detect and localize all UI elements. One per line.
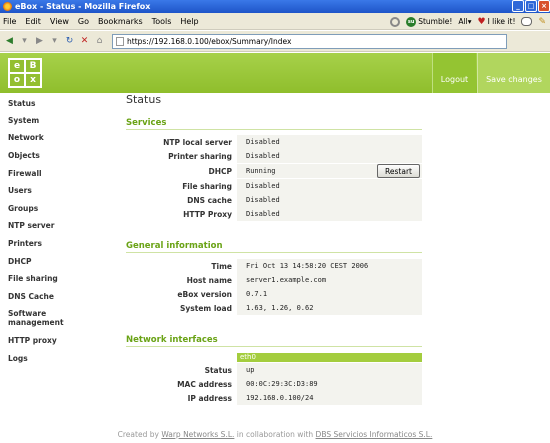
comment-icon[interactable] bbox=[521, 17, 533, 26]
interface-name: eth0 bbox=[237, 353, 422, 362]
service-value: Disabled bbox=[237, 193, 422, 207]
iface-value: 192.168.0.100/24 bbox=[237, 391, 422, 405]
sidebar-item-printers[interactable]: Printers bbox=[8, 239, 98, 248]
section-divider bbox=[126, 129, 422, 130]
forward-arrow-icon[interactable]: ▶ bbox=[33, 35, 46, 48]
sidebar-item-http-proxy[interactable]: HTTP proxy bbox=[8, 336, 98, 345]
service-value: Disabled bbox=[237, 149, 422, 163]
firefox-icon bbox=[3, 2, 12, 11]
iface-label: Status bbox=[204, 366, 232, 375]
sidebar-item-logs[interactable]: Logs bbox=[8, 354, 98, 363]
window-controls: _ □ × bbox=[511, 0, 550, 12]
navigation-toolbar: ◀ ▾ ▶ ▾ ↻ ✕ ⌂ https://192.168.0.100/ebox… bbox=[0, 31, 550, 52]
info-label: System load bbox=[179, 304, 232, 313]
section-divider bbox=[126, 252, 422, 253]
services-heading: Services bbox=[126, 118, 167, 128]
menu-tools[interactable]: Tools bbox=[152, 17, 172, 26]
logo-letter: x bbox=[26, 74, 40, 86]
menu-file[interactable]: File bbox=[3, 17, 16, 26]
menu-go[interactable]: Go bbox=[78, 17, 89, 26]
toolbar-addons: su Stumble! All▾ ♥ I like it! ✎ bbox=[390, 13, 550, 30]
iface-label: MAC address bbox=[177, 380, 232, 389]
logout-link[interactable]: Logout bbox=[432, 53, 476, 93]
sidebar-item-dhcp[interactable]: DHCP bbox=[8, 257, 98, 266]
stumbleupon-icon: su bbox=[406, 16, 417, 27]
sidebar-item-status[interactable]: Status bbox=[8, 99, 98, 108]
sidebar-item-groups[interactable]: Groups bbox=[8, 204, 98, 213]
sidebar-item-software-management[interactable]: Software management bbox=[8, 309, 98, 327]
stop-icon[interactable]: ✕ bbox=[78, 35, 91, 48]
service-value: Disabled bbox=[237, 179, 422, 193]
sidebar-item-file-sharing[interactable]: File sharing bbox=[8, 274, 98, 283]
info-label: Time bbox=[211, 262, 232, 271]
sidebar-item-ntp-server[interactable]: NTP server bbox=[8, 221, 98, 230]
close-button[interactable]: × bbox=[538, 0, 550, 12]
iface-label: IP address bbox=[187, 394, 232, 403]
sidebar-item-system[interactable]: System bbox=[8, 116, 98, 125]
ilike-button[interactable]: ♥ I like it! bbox=[478, 17, 516, 27]
menu-bar: File Edit View Go Bookmarks Tools Help s… bbox=[0, 13, 550, 30]
ebox-logo[interactable]: e B o x bbox=[8, 58, 42, 88]
menu-edit[interactable]: Edit bbox=[25, 17, 41, 26]
logo-letter: o bbox=[10, 74, 24, 86]
back-arrow-icon[interactable]: ◀ bbox=[3, 35, 16, 48]
general-info-heading: General information bbox=[126, 241, 223, 251]
info-value: 1.63, 1.26, 0.62 bbox=[237, 301, 422, 315]
iface-value: up bbox=[237, 363, 422, 377]
service-label: DNS cache bbox=[187, 196, 232, 205]
web-content: e B o x Logout Save changes Status Syste… bbox=[0, 53, 550, 443]
thumbs-up-icon: ♥ bbox=[477, 16, 486, 27]
restart-dhcp-button[interactable]: Restart bbox=[377, 164, 420, 178]
window-title: eBox - Status - Mozilla Firefox bbox=[15, 2, 151, 11]
settings-gear-icon[interactable] bbox=[390, 16, 401, 27]
page-title: Status bbox=[126, 93, 162, 106]
service-value: Disabled bbox=[237, 207, 422, 221]
footer-middle: in collaboration with bbox=[234, 430, 316, 439]
warp-networks-link[interactable]: Warp Networks S.L. bbox=[161, 430, 234, 439]
page-icon bbox=[116, 36, 124, 46]
logo-letter: B bbox=[26, 60, 40, 72]
menu-bookmarks[interactable]: Bookmarks bbox=[98, 17, 143, 26]
footer: Created by Warp Networks S.L. in collabo… bbox=[0, 430, 550, 439]
url-text: https://192.168.0.100/ebox/Summary/Index bbox=[127, 36, 292, 46]
address-bar[interactable]: https://192.168.0.100/ebox/Summary/Index bbox=[112, 33, 507, 49]
save-changes-link[interactable]: Save changes bbox=[477, 53, 550, 93]
logo-letter: e bbox=[10, 60, 24, 72]
sidebar-item-users[interactable]: Users bbox=[8, 186, 98, 195]
service-label: DHCP bbox=[208, 167, 232, 176]
service-value: Disabled bbox=[237, 135, 422, 149]
all-dropdown[interactable]: All▾ bbox=[458, 17, 471, 26]
info-label: eBox version bbox=[177, 290, 232, 299]
sidebar-item-dns-cache[interactable]: DNS Cache bbox=[8, 292, 98, 301]
forward-dropdown-icon[interactable]: ▾ bbox=[48, 35, 61, 48]
sidebar-item-objects[interactable]: Objects bbox=[8, 151, 98, 160]
edit-pencil-icon[interactable]: ✎ bbox=[538, 17, 546, 27]
menu-help[interactable]: Help bbox=[180, 17, 198, 26]
footer-prefix: Created by bbox=[117, 430, 162, 439]
dbs-link[interactable]: DBS Servicios Informaticos S.L. bbox=[316, 430, 433, 439]
stumble-button[interactable]: su Stumble! bbox=[406, 16, 452, 27]
menu-view[interactable]: View bbox=[50, 17, 69, 26]
service-label: File sharing bbox=[182, 182, 232, 191]
service-label: HTTP Proxy bbox=[183, 210, 232, 219]
back-dropdown-icon[interactable]: ▾ bbox=[18, 35, 31, 48]
info-value: server1.example.com bbox=[237, 273, 422, 287]
network-interfaces-heading: Network interfaces bbox=[126, 335, 218, 345]
maximize-button[interactable]: □ bbox=[525, 0, 537, 12]
service-label: Printer sharing bbox=[168, 152, 232, 161]
info-label: Host name bbox=[186, 276, 232, 285]
service-label: NTP local server bbox=[163, 138, 232, 147]
home-icon[interactable]: ⌂ bbox=[93, 35, 106, 48]
minimize-button[interactable]: _ bbox=[512, 0, 524, 12]
info-value: 0.7.1 bbox=[237, 287, 422, 301]
iface-value: 00:0C:29:3C:D3:89 bbox=[237, 377, 422, 391]
window-titlebar: eBox - Status - Mozilla Firefox _ □ × bbox=[0, 0, 550, 13]
sidebar-item-network[interactable]: Network bbox=[8, 133, 98, 142]
reload-icon[interactable]: ↻ bbox=[63, 35, 76, 48]
sidebar-item-firewall[interactable]: Firewall bbox=[8, 169, 98, 178]
info-value: Fri Oct 13 14:58:20 CEST 2006 bbox=[237, 259, 422, 273]
section-divider bbox=[126, 346, 422, 347]
ebox-header: e B o x Logout Save changes bbox=[0, 53, 550, 93]
